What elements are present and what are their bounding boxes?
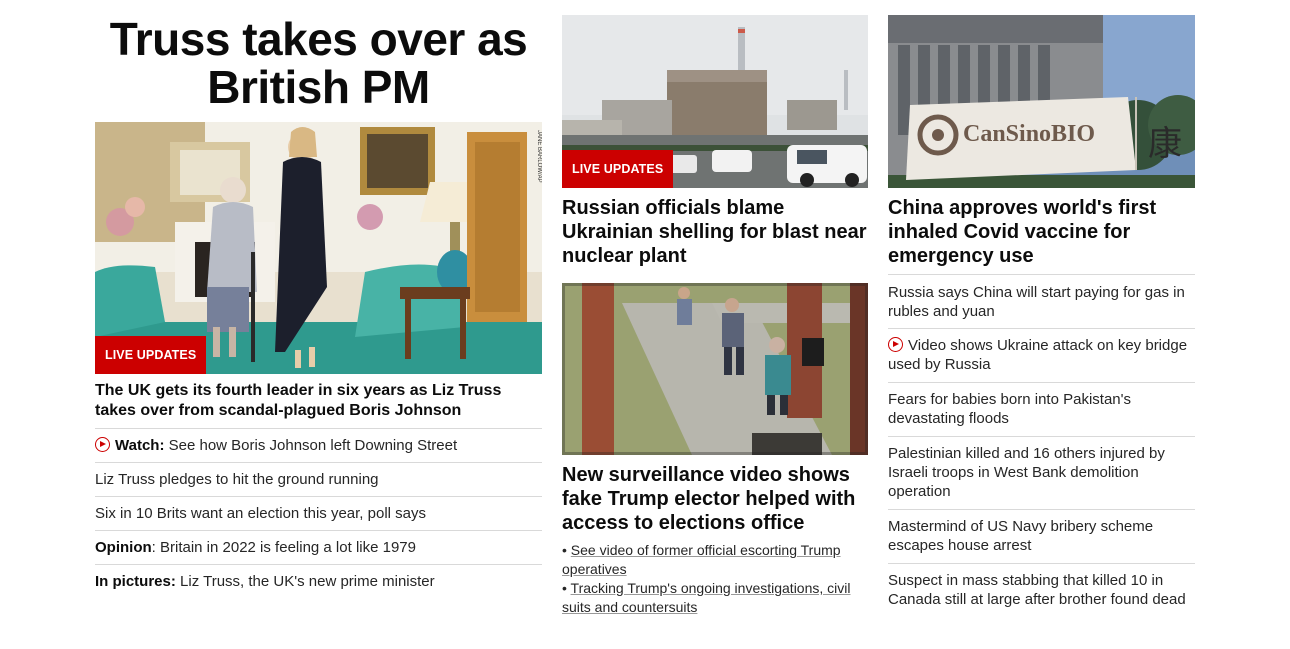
right-link-navy-bribery[interactable]: Mastermind of US Navy bribery scheme esc… [888, 509, 1195, 563]
lead-story-image[interactable]: JANE BARLOW/AP LIVE UPDATES [95, 122, 542, 374]
related-link-pledges[interactable]: Liz Truss pledges to hit the ground runn… [95, 462, 542, 496]
bullet-link-text: Tracking Trump's ongoing investigations,… [562, 580, 851, 615]
surveillance-video-image[interactable] [562, 283, 868, 455]
related-link-opinion[interactable]: Opinion: Britain in 2022 is feeling a lo… [95, 530, 542, 564]
play-video-icon [95, 437, 110, 452]
right-column: CanSinoBIO 康 China approves world's firs… [888, 0, 1195, 617]
image-credit: JANE BARLOW/AP [536, 130, 542, 183]
link-prefix: In pictures: [95, 573, 176, 590]
link-text: : Britain in 2022 is feeling a lot like … [151, 539, 416, 556]
related-link-poll[interactable]: Six in 10 Brits want an election this ye… [95, 496, 542, 530]
bullet-dot: • [562, 580, 571, 596]
surveillance-video-photo [562, 283, 868, 455]
link-text: Six in 10 Brits want an election this ye… [95, 505, 426, 522]
link-text: Russia says China will start paying for … [888, 284, 1185, 320]
bullet-link-tracking[interactable]: • Tracking Trump's ongoing investigation… [562, 579, 868, 617]
play-video-icon [888, 337, 903, 352]
link-prefix: Opinion [95, 539, 152, 556]
lead-story-column: Truss takes over as British PM JANE BARL… [95, 0, 542, 598]
related-link-pictures[interactable]: In pictures: Liz Truss, the UK's new pri… [95, 564, 542, 598]
link-text: Mastermind of US Navy bribery scheme esc… [888, 518, 1154, 554]
nuclear-plant-image[interactable]: LIVE UPDATES [562, 15, 868, 188]
link-prefix: Watch: [115, 437, 165, 454]
live-updates-badge[interactable]: LIVE UPDATES [95, 336, 207, 374]
lead-story-related-links: Watch: See how Boris Johnson left Downin… [95, 428, 542, 598]
link-text: Fears for babies born into Pakistan's de… [888, 391, 1131, 427]
right-link-bridge-video[interactable]: Video shows Ukraine attack on key bridge… [888, 328, 1195, 382]
bullet-link-text: See video of former official escorting T… [562, 542, 841, 577]
right-link-palestinian[interactable]: Palestinian killed and 16 others injured… [888, 436, 1195, 509]
bullet-dot: • [562, 542, 571, 558]
lead-story-headline[interactable]: The UK gets its fourth leader in six yea… [95, 381, 542, 421]
surveillance-video-headline[interactable]: New surveillance video shows fake Trump … [562, 463, 868, 535]
lead-title-line2[interactable]: British PM [95, 63, 542, 111]
link-text: See how Boris Johnson left Downing Stree… [164, 437, 458, 454]
lead-title-line1[interactable]: Truss takes over as [95, 15, 542, 63]
related-link-watch[interactable]: Watch: See how Boris Johnson left Downin… [95, 428, 542, 462]
link-text: Liz Truss pledges to hit the ground runn… [95, 471, 379, 488]
bullet-link-see-video[interactable]: • See video of former official escorting… [562, 541, 868, 579]
cansino-sign-text: CanSinoBIO [963, 121, 1095, 147]
right-link-gas[interactable]: Russia says China will start paying for … [888, 274, 1195, 328]
cansino-sign-char: 康 [1148, 124, 1182, 164]
link-text: Suspect in mass stabbing that killed 10 … [888, 572, 1186, 608]
link-text: Palestinian killed and 16 others injured… [888, 445, 1165, 500]
middle-column: LIVE UPDATES Russian officials blame Ukr… [562, 0, 868, 617]
link-text: Video shows Ukraine attack on key bridge… [888, 337, 1188, 373]
china-vaccine-headline[interactable]: China approves world's first inhaled Cov… [888, 196, 1195, 268]
live-updates-badge[interactable]: LIVE UPDATES [562, 150, 674, 188]
surveillance-video-bullets: • See video of former official escorting… [562, 541, 868, 617]
right-link-pakistan[interactable]: Fears for babies born into Pakistan's de… [888, 382, 1195, 436]
cansino-image[interactable]: CanSinoBIO 康 [888, 15, 1195, 188]
right-column-links: Russia says China will start paying for … [888, 274, 1195, 617]
cansino-building-photo: CanSinoBIO 康 [888, 15, 1195, 188]
lead-story-title[interactable]: Truss takes over as British PM [95, 15, 542, 111]
nuclear-plant-headline[interactable]: Russian officials blame Ukrainian shelli… [562, 196, 868, 268]
link-text: Liz Truss, the UK's new prime minister [175, 573, 435, 590]
right-link-canada-stabbing[interactable]: Suspect in mass stabbing that killed 10 … [888, 563, 1195, 617]
